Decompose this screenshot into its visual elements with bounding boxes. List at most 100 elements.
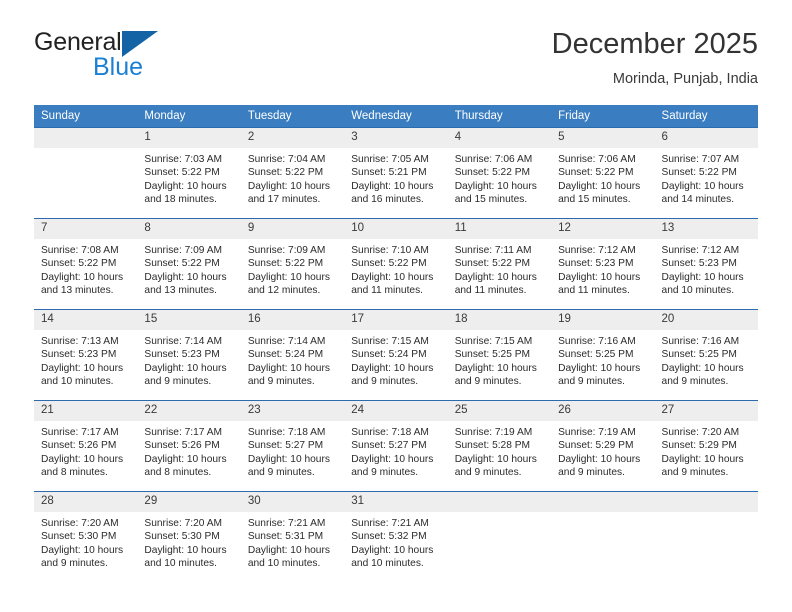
calendar-day-cell[interactable]: 13 Sunrise: 7:12 AM Sunset: 5:23 PM Dayligh… <box>654 218 758 310</box>
calendar-day-cell[interactable]: 20 Sunrise: 7:16 AM Sunset: 5:25 PM Dayligh… <box>654 309 758 401</box>
day-details: Sunrise: 7:05 AM Sunset: 5:21 PM Daylight:… <box>344 148 447 207</box>
calendar-day-cell[interactable]: 15 Sunrise: 7:14 AM Sunset: 5:23 PM Dayligh… <box>137 309 241 401</box>
calendar-day-cell[interactable]: 7 Sunrise: 7:08 AM Sunset: 5:22 PM Daylight… <box>34 218 138 310</box>
sunrise-text: Sunrise: 7:06 AM <box>454 154 533 165</box>
calendar-day-cell[interactable]: 8 Sunrise: 7:09 AM Sunset: 5:22 PM Daylight… <box>137 218 241 310</box>
page-header: General Blue December 2025 Morinda, Punj… <box>34 28 758 98</box>
calendar-day-cell[interactable]: 16 Sunrise: 7:14 AM Sunset: 5:24 PM Dayligh… <box>240 309 345 401</box>
sunset-text: Sunset: 5:23 PM <box>144 349 220 361</box>
sunset-text: Sunset: 5:22 PM <box>558 167 634 179</box>
sunset-text: Sunset: 5:22 PM <box>41 258 117 270</box>
day-number: 3 <box>344 128 448 148</box>
day-details: Sunrise: 7:12 AM Sunset: 5:23 PM Daylight:… <box>551 239 654 298</box>
calendar-day-cell[interactable]: 3 Sunrise: 7:05 AM Sunset: 5:21 PM Daylight… <box>344 127 448 219</box>
day-number <box>654 492 758 512</box>
calendar-day-cell[interactable]: 26 Sunrise: 7:19 AM Sunset: 5:29 PM Dayligh… <box>551 400 655 492</box>
day-number: 27 <box>654 401 758 421</box>
daylight-text: Daylight: 10 hours and 10 minutes. <box>247 544 330 570</box>
sunset-text: Sunset: 5:22 PM <box>454 258 531 270</box>
day-number: 28 <box>34 492 138 512</box>
sunrise-text: Sunrise: 7:12 AM <box>558 245 636 256</box>
day-details: Sunrise: 7:03 AM Sunset: 5:22 PM Daylight:… <box>137 148 240 207</box>
calendar-day-cell[interactable]: 30 Sunrise: 7:21 AM Sunset: 5:31 PM Dayligh… <box>240 491 345 582</box>
day-details: Sunrise: 7:18 AM Sunset: 5:27 PM Daylight:… <box>241 421 344 480</box>
calendar-day-cell[interactable]: 2 Sunrise: 7:04 AM Sunset: 5:22 PM Daylight… <box>240 127 345 219</box>
daylight-text: Daylight: 10 hours and 9 minutes. <box>351 362 434 388</box>
daylight-text: Daylight: 10 hours and 17 minutes. <box>247 180 330 206</box>
calendar-week-row: 7 Sunrise: 7:08 AM Sunset: 5:22 PM Daylight… <box>34 218 758 310</box>
calendar-day-cell[interactable]: 29 Sunrise: 7:20 AM Sunset: 5:30 PM Dayligh… <box>137 491 241 582</box>
calendar-table: Sunday Monday Tuesday Wednesday Thursday… <box>34 105 758 582</box>
sunset-text: Sunset: 5:29 PM <box>661 440 737 452</box>
daylight-text: Daylight: 10 hours and 14 minutes. <box>661 180 744 206</box>
sunset-text: Sunset: 5:29 PM <box>558 440 634 452</box>
daylight-text: Daylight: 10 hours and 10 minutes. <box>661 271 744 297</box>
day-number: 25 <box>447 401 552 421</box>
calendar-day-cell[interactable]: 6 Sunrise: 7:07 AM Sunset: 5:22 PM Daylight… <box>654 127 758 219</box>
daylight-text: Daylight: 10 hours and 10 minutes. <box>351 544 434 570</box>
calendar-day-cell[interactable]: 25 Sunrise: 7:19 AM Sunset: 5:28 PM Dayligh… <box>447 400 552 492</box>
page-title: December 2025 <box>551 28 758 60</box>
calendar-day-cell[interactable]: 23 Sunrise: 7:18 AM Sunset: 5:27 PM Dayligh… <box>240 400 345 492</box>
day-number: 6 <box>654 128 758 148</box>
sunrise-text: Sunrise: 7:18 AM <box>247 427 326 438</box>
day-number: 8 <box>137 219 241 239</box>
sunset-text: Sunset: 5:22 PM <box>144 167 220 179</box>
calendar-day-cell[interactable]: 10 Sunrise: 7:10 AM Sunset: 5:22 PM Dayligh… <box>344 218 448 310</box>
daylight-text: Daylight: 10 hours and 10 minutes. <box>41 362 124 388</box>
calendar-day-cell[interactable]: 31 Sunrise: 7:21 AM Sunset: 5:32 PM Dayligh… <box>344 491 448 582</box>
day-number: 13 <box>654 219 758 239</box>
calendar-day-cell[interactable]: 4 Sunrise: 7:06 AM Sunset: 5:22 PM Daylight… <box>447 127 552 219</box>
day-details: Sunrise: 7:06 AM Sunset: 5:22 PM Daylight:… <box>448 148 551 207</box>
sunrise-text: Sunrise: 7:06 AM <box>558 154 636 165</box>
calendar-body: 1 Sunrise: 7:03 AM Sunset: 5:22 PM Daylight… <box>34 127 758 582</box>
calendar-empty-cell <box>447 491 552 582</box>
calendar-day-cell[interactable]: 22 Sunrise: 7:17 AM Sunset: 5:26 PM Dayligh… <box>137 400 241 492</box>
calendar-day-cell[interactable]: 11 Sunrise: 7:11 AM Sunset: 5:22 PM Dayligh… <box>447 218 552 310</box>
weekday-header-row: Sunday Monday Tuesday Wednesday Thursday… <box>34 105 758 128</box>
sunrise-text: Sunrise: 7:09 AM <box>247 245 326 256</box>
daylight-text: Daylight: 10 hours and 16 minutes. <box>351 180 434 206</box>
weekday-header-wednesday: Wednesday <box>344 105 448 128</box>
sunrise-text: Sunrise: 7:11 AM <box>454 245 532 256</box>
sunset-text: Sunset: 5:30 PM <box>144 531 220 543</box>
sunset-text: Sunset: 5:22 PM <box>351 258 427 270</box>
calendar-day-cell[interactable]: 1 Sunrise: 7:03 AM Sunset: 5:22 PM Daylight… <box>137 127 241 219</box>
sunrise-text: Sunrise: 7:07 AM <box>661 154 740 165</box>
day-number: 15 <box>137 310 241 330</box>
day-number: 9 <box>240 219 345 239</box>
calendar-day-cell[interactable]: 18 Sunrise: 7:15 AM Sunset: 5:25 PM Dayligh… <box>447 309 552 401</box>
day-number: 19 <box>551 310 655 330</box>
calendar-day-cell[interactable]: 19 Sunrise: 7:16 AM Sunset: 5:25 PM Dayligh… <box>551 309 655 401</box>
calendar-day-cell[interactable]: 21 Sunrise: 7:17 AM Sunset: 5:26 PM Dayligh… <box>34 400 138 492</box>
sunset-text: Sunset: 5:21 PM <box>351 167 427 179</box>
calendar-day-cell[interactable]: 9 Sunrise: 7:09 AM Sunset: 5:22 PM Daylight… <box>240 218 345 310</box>
calendar-day-cell[interactable]: 17 Sunrise: 7:15 AM Sunset: 5:24 PM Dayligh… <box>344 309 448 401</box>
day-details: Sunrise: 7:15 AM Sunset: 5:25 PM Daylight:… <box>448 330 551 389</box>
day-details: Sunrise: 7:20 AM Sunset: 5:30 PM Daylight:… <box>34 512 137 571</box>
day-number: 14 <box>34 310 138 330</box>
general-blue-logo[interactable]: General Blue <box>34 28 244 90</box>
calendar-day-cell[interactable]: 28 Sunrise: 7:20 AM Sunset: 5:30 PM Dayligh… <box>34 491 138 582</box>
sunset-text: Sunset: 5:26 PM <box>144 440 220 452</box>
day-details: Sunrise: 7:20 AM Sunset: 5:29 PM Daylight:… <box>655 421 758 480</box>
weekday-header-thursday: Thursday <box>447 105 552 128</box>
weekday-header-monday: Monday <box>137 105 241 128</box>
sunset-text: Sunset: 5:22 PM <box>247 258 324 270</box>
sunrise-text: Sunrise: 7:19 AM <box>454 427 533 438</box>
day-details: Sunrise: 7:16 AM Sunset: 5:25 PM Daylight:… <box>551 330 654 389</box>
day-details: Sunrise: 7:11 AM Sunset: 5:22 PM Daylight:… <box>448 239 551 298</box>
sunset-text: Sunset: 5:27 PM <box>351 440 427 452</box>
calendar-day-cell[interactable]: 27 Sunrise: 7:20 AM Sunset: 5:29 PM Dayligh… <box>654 400 758 492</box>
sunset-text: Sunset: 5:23 PM <box>558 258 634 270</box>
daylight-text: Daylight: 10 hours and 9 minutes. <box>351 453 434 479</box>
sunrise-text: Sunrise: 7:20 AM <box>144 518 223 529</box>
sunset-text: Sunset: 5:23 PM <box>41 349 117 361</box>
calendar-day-cell[interactable]: 24 Sunrise: 7:18 AM Sunset: 5:27 PM Dayligh… <box>344 400 448 492</box>
calendar-day-cell[interactable]: 14 Sunrise: 7:13 AM Sunset: 5:23 PM Dayligh… <box>34 309 138 401</box>
calendar-day-cell[interactable]: 12 Sunrise: 7:12 AM Sunset: 5:23 PM Dayligh… <box>551 218 655 310</box>
day-details: Sunrise: 7:14 AM Sunset: 5:24 PM Daylight:… <box>241 330 344 389</box>
calendar-day-cell[interactable]: 5 Sunrise: 7:06 AM Sunset: 5:22 PM Daylight… <box>551 127 655 219</box>
sunset-text: Sunset: 5:31 PM <box>247 531 324 543</box>
sunset-text: Sunset: 5:22 PM <box>454 167 531 179</box>
